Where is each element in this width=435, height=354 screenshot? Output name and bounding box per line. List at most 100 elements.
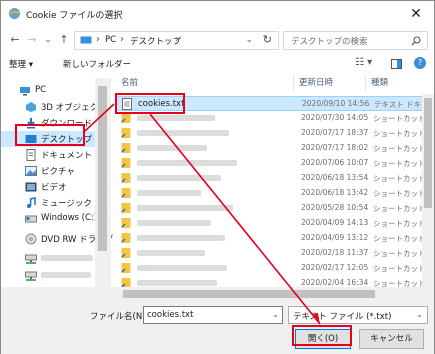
file-type: ショートカット [373, 264, 426, 273]
file-row-shortcut[interactable]: 2020/07/17 18:02 ショートカット [115, 141, 434, 156]
file-date: 2020/09/10 14:56 [302, 99, 370, 108]
view-options-icon[interactable]: ☷ ▾ [355, 57, 372, 68]
file-date: 2020/06/18 13:54 [301, 173, 369, 182]
file-type: テキスト ドキ [374, 100, 422, 109]
shortcut-icon [121, 248, 131, 258]
redacted-label [41, 272, 91, 278]
organize-menu[interactable]: 整理 ▾ [9, 58, 33, 70]
file-type: ショートカット [373, 189, 426, 198]
chevron-down-icon[interactable]: ⌄ [272, 310, 279, 319]
search-box[interactable]: デスクトップの検索 [283, 31, 428, 50]
3d-objects-icon [26, 102, 36, 112]
file-row-shortcut[interactable]: 2020/02/17 12:05 ショートカット [115, 261, 434, 276]
file-type: ショートカット [373, 174, 426, 183]
file-type: ショートカット [373, 249, 426, 258]
nav-item-label: PC [35, 85, 47, 95]
pc-icon [20, 87, 30, 96]
file-date: 2020/07/17 18:02 [301, 143, 369, 152]
file-date: 2020/02/18 11:37 [301, 248, 369, 257]
nav-item-pc[interactable]: PC [1, 83, 109, 99]
file-row-shortcut[interactable]: 2020/05/28 10:54 ショートカット [115, 201, 434, 216]
scrollbar-thumb[interactable] [123, 290, 375, 298]
filename-field[interactable]: cookies.txt ⌄ [143, 306, 283, 324]
file-row-shortcut[interactable]: 2020/07/06 10:07 ショートカット [115, 156, 434, 171]
cancel-button[interactable]: キャンセル [359, 329, 424, 349]
column-header-type[interactable]: 種類 [371, 76, 388, 92]
chevron-down-icon[interactable]: ⌄ [245, 35, 253, 45]
close-button[interactable]: ✕ [406, 4, 426, 24]
back-button[interactable]: ← [8, 32, 22, 48]
file-type: ショートカット [373, 144, 426, 153]
nav-item-windows-c[interactable]: Windows (C:) [1, 211, 109, 227]
file-row-shortcut[interactable]: 2020/07/17 18:37 ショートカット [115, 126, 434, 141]
column-divider[interactable] [365, 75, 366, 91]
search-icon [411, 36, 421, 46]
browser-icon [9, 8, 20, 19]
file-date: 2020/05/28 10:54 [301, 203, 369, 212]
nav-item-dvd-drive[interactable]: DVD RW ドライブ [1, 231, 113, 247]
file-date: 2020/07/17 18:37 [301, 128, 369, 137]
shortcut-icon [121, 173, 131, 183]
help-button[interactable]: ? [414, 57, 426, 69]
redacted-file-name [137, 115, 215, 121]
up-button[interactable]: ↑ [57, 32, 71, 48]
nav-pane-scrollbar[interactable] [95, 78, 111, 302]
scrollbar-thumb[interactable] [98, 86, 107, 251]
forward-button[interactable]: → [25, 32, 39, 48]
dvd-icon [25, 233, 37, 245]
file-row-shortcut[interactable]: 2020/06/18 13:54 ショートカット [115, 171, 434, 186]
nav-item-documents[interactable]: ドキュメント [1, 147, 109, 163]
redacted-file-name [137, 160, 237, 166]
file-type: ショートカット [373, 114, 426, 123]
shortcut-icon [121, 233, 131, 243]
network-drive-icon [25, 271, 37, 281]
nav-item-label: ビデオ [41, 183, 67, 193]
file-type: ショートカット [373, 234, 426, 243]
scrollbar-thumb[interactable] [424, 98, 432, 208]
pictures-icon [25, 166, 37, 176]
shortcut-icon [121, 158, 131, 168]
file-type-select[interactable]: テキスト ファイル (*.txt) ⌄ [288, 306, 428, 324]
file-list-scrollbar[interactable] [422, 94, 434, 288]
videos-icon [25, 182, 37, 192]
file-open-dialog: Cookie ファイルの選択 ✕ ← → ⌄ ↑ › PC › デスクトップ ›… [0, 0, 435, 354]
column-header-name[interactable]: 名前 [121, 76, 138, 92]
file-type: ショートカット [373, 159, 426, 168]
nav-item-videos[interactable]: ビデオ [1, 179, 109, 195]
file-row-shortcut[interactable]: 2020/04/09 14:13 ショートカット [115, 216, 434, 231]
shortcut-icon [121, 203, 131, 213]
nav-item-3d-objects[interactable]: 3D オブジェクト [1, 99, 109, 115]
shortcut-icon [121, 143, 131, 153]
file-row-shortcut[interactable]: 2020/04/09 13:12 ショートカット [115, 231, 434, 246]
address-separator-icon: › [175, 34, 179, 45]
column-header-date[interactable]: 更新日時 [299, 76, 333, 92]
nav-item-music[interactable]: ミュージック [1, 195, 109, 211]
nav-item-network-drive[interactable] [1, 268, 109, 284]
drive-icon [25, 215, 37, 223]
breadcrumb-desktop[interactable]: デスクトップ [130, 35, 181, 47]
window-title: Cookie ファイルの選択 [26, 11, 123, 21]
column-divider[interactable] [293, 75, 294, 91]
file-date: 2020/07/30 14:05 [301, 113, 369, 122]
nav-item-pictures[interactable]: ピクチャ [1, 163, 109, 179]
horizontal-scrollbar[interactable] [1, 287, 434, 301]
new-folder-button[interactable]: 新しいフォルダー [63, 58, 131, 70]
breadcrumb-pc[interactable]: PC [105, 35, 116, 45]
recent-locations-button[interactable]: ⌄ [41, 32, 55, 48]
redacted-file-name [137, 250, 205, 256]
documents-icon [26, 149, 36, 161]
file-row-shortcut[interactable]: 2020/02/18 11:37 ショートカット [115, 246, 434, 261]
preview-pane-icon[interactable] [391, 59, 402, 69]
file-row-shortcut[interactable]: 2020/06/18 13:42 ショートカット [115, 186, 434, 201]
redacted-label [41, 255, 93, 261]
highlight-box-cookies [115, 93, 185, 114]
refresh-button[interactable]: ↻ [263, 33, 272, 46]
shortcut-icon [121, 218, 131, 228]
nav-item-network-drive[interactable] [1, 251, 109, 267]
file-date: 2020/02/04 16:34 [301, 278, 369, 287]
nav-item-label: Windows (C:) [41, 213, 98, 223]
redacted-file-name [137, 145, 207, 151]
address-bar[interactable]: › PC › デスクトップ › ⌄ ↻ [74, 31, 279, 50]
redacted-file-name [137, 130, 229, 136]
file-type: ショートカット [373, 219, 426, 228]
